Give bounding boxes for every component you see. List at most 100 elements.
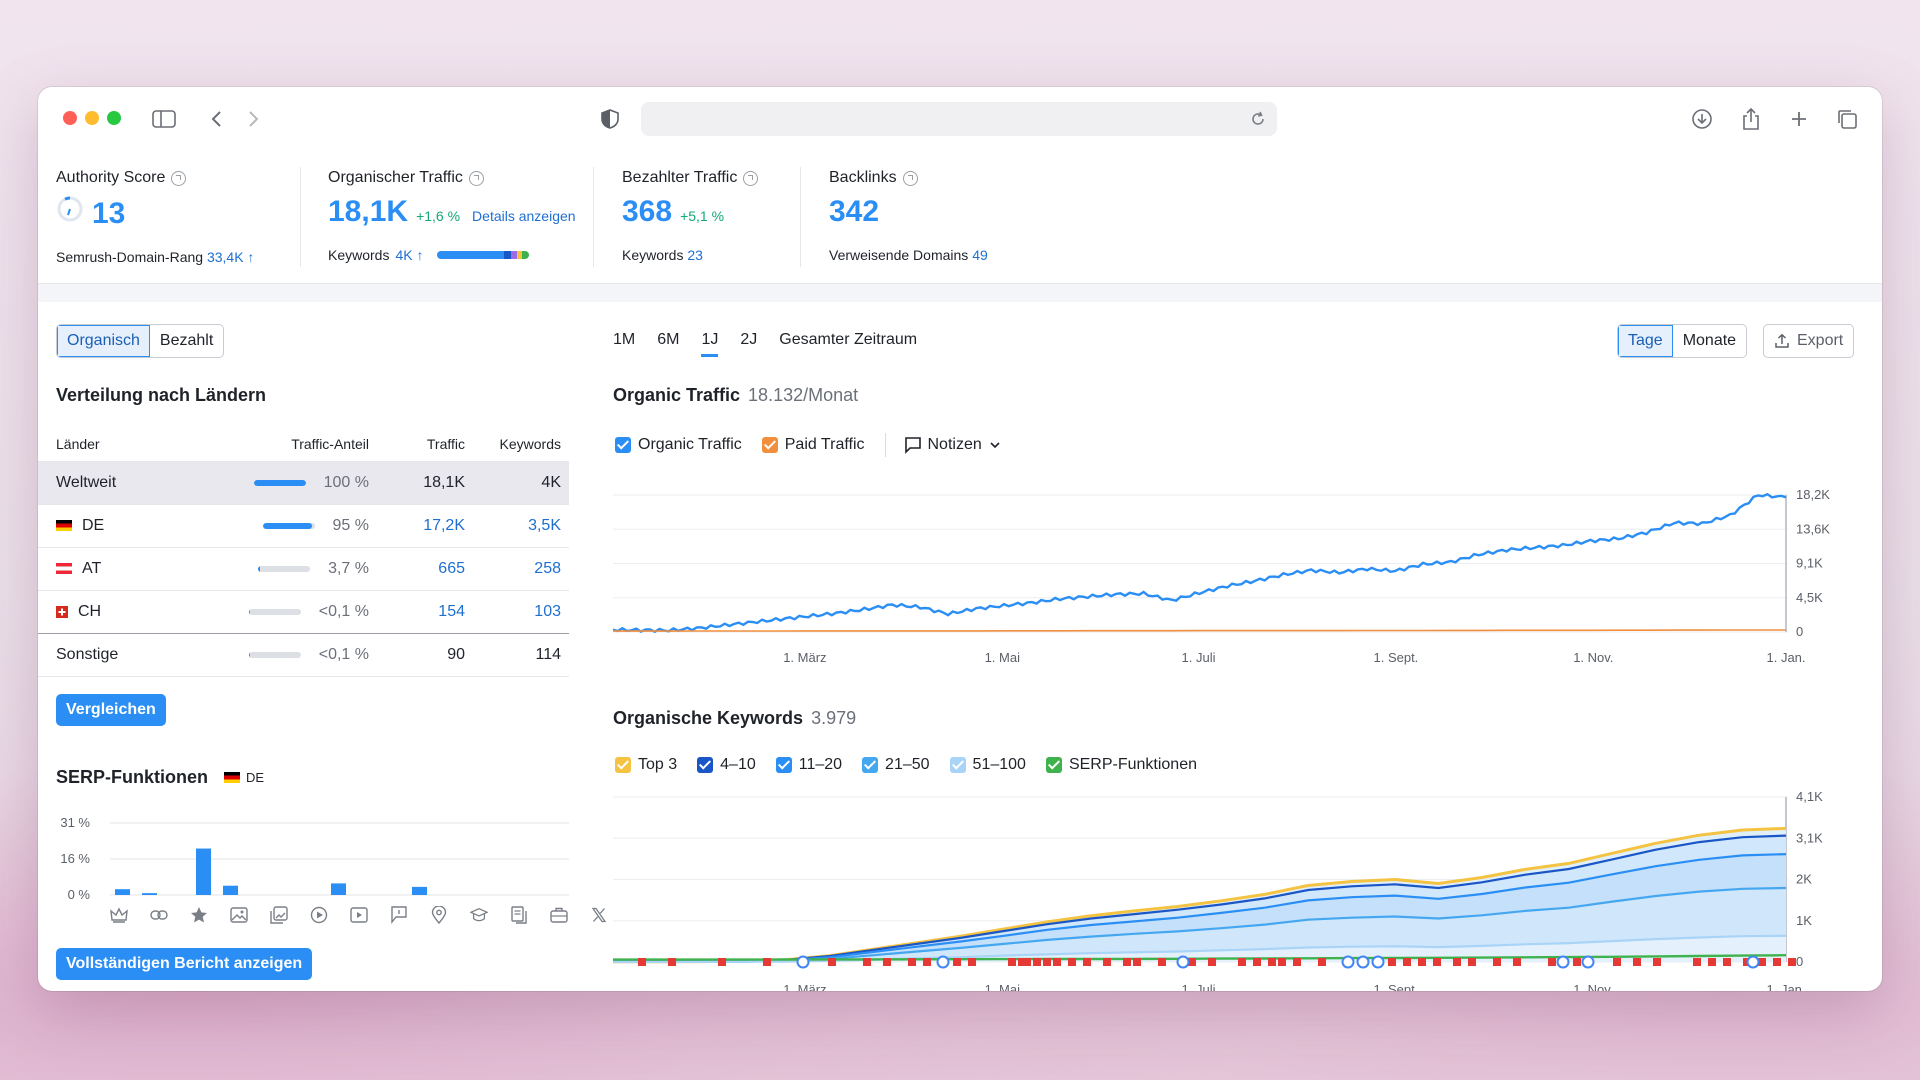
x-icon[interactable] [590,906,608,924]
legend-item[interactable]: 51–100 [949,756,1026,774]
period-1m[interactable]: 1M [613,331,635,349]
info-icon[interactable] [171,170,187,186]
period-6m[interactable]: 6M [657,331,679,349]
serp-feature-icons [110,906,608,924]
details-link[interactable]: Details anzeigen [472,208,576,224]
gallery-icon[interactable] [270,906,288,924]
info-icon[interactable] [743,170,759,186]
keywords-value[interactable]: 103 [473,590,569,634]
minimize-window-button[interactable] [85,111,99,125]
zoom-window-button[interactable] [107,111,121,125]
keywords-value[interactable]: 3,5K [473,504,569,548]
column-header-countries[interactable]: Länder [38,427,211,462]
checkbox[interactable] [949,757,966,773]
legend-item[interactable]: 11–20 [775,756,842,774]
domain-rank-value[interactable]: 33,4K ↑ [207,249,254,265]
video-icon[interactable] [350,906,368,924]
checkbox[interactable] [1045,757,1062,773]
star-icon[interactable] [190,906,208,924]
legend-label: SERP-Funktionen [1068,756,1197,773]
organic-keywords-label: Keywords [328,247,390,263]
organic-keywords-value[interactable]: 4K ↑ [395,247,423,263]
column-header-keywords[interactable]: Keywords [473,427,569,462]
checkbox[interactable] [615,757,631,773]
download-icon[interactable] [1688,105,1716,133]
address-bar[interactable] [641,102,1277,136]
play-circle-icon[interactable] [310,906,328,924]
x-tick-label: 1. März [783,982,826,991]
referring-domains-value[interactable]: 49 [972,247,988,263]
keywords-value[interactable]: 258 [473,547,569,591]
granularity-tage[interactable]: Tage [1618,325,1673,357]
switzerland-flag-icon [56,605,68,618]
column-header-traffic[interactable]: Traffic [377,427,473,462]
checkbox[interactable] [775,757,792,773]
legend-item[interactable]: Top 3 [615,756,677,774]
period-2j[interactable]: 2J [740,331,757,349]
period-1j[interactable]: 1J [701,331,718,357]
link-icon[interactable] [150,906,168,924]
y-tick-label: 0 [1796,954,1803,969]
table-row[interactable]: DE 95 % 17,2K 3,5K [38,504,569,548]
period-all[interactable]: Gesamter Zeitraum [779,331,917,349]
image-icon[interactable] [230,906,248,924]
location-icon[interactable] [430,906,448,924]
briefcase-icon[interactable] [550,906,568,924]
tab-overview-icon[interactable] [1833,105,1861,133]
divider [593,167,594,267]
keywords-chart-title: Organische Keywords [613,708,804,728]
organic-traffic-value[interactable]: 18,1K [328,195,408,229]
note-flag-icon [1418,958,1426,966]
export-button[interactable]: Export [1763,324,1855,358]
notes-dropdown[interactable]: Notizen [904,436,1001,454]
checkbox[interactable] [697,757,714,773]
document-icon[interactable] [510,906,528,924]
tab-bezahlt[interactable]: Bezahlt [150,325,223,357]
reload-icon[interactable] [1245,106,1271,132]
share-icon[interactable] [1737,105,1765,133]
legend-item[interactable]: SERP-Funktionen [1045,756,1197,774]
browser-toolbar [38,87,1882,149]
paid-traffic-value[interactable]: 368 [622,195,672,229]
legend-item[interactable]: 4–10 [697,756,756,774]
compare-button[interactable]: Vergleichen [56,694,166,726]
full-report-button[interactable]: Vollständigen Bericht anzeigen [56,948,313,980]
note-flag-icon [638,958,646,966]
table-row[interactable]: Sonstige <0,1 % 90 114 [38,633,569,677]
traffic-value[interactable]: 665 [377,547,473,591]
column-header-traffic-share[interactable]: Traffic-Anteil [211,427,377,462]
forward-icon[interactable] [240,105,268,133]
y-tick-label: 2K [1796,872,1812,887]
traffic-value[interactable]: 17,2K [377,504,473,548]
crown-icon[interactable] [110,906,128,924]
paid-keywords-value[interactable]: 23 [687,247,703,263]
backlinks-value[interactable]: 342 [829,195,879,229]
checkbox[interactable] [761,437,778,453]
table-row[interactable]: AT 3,7 % 665 258 [38,547,569,591]
traffic-value[interactable]: 154 [377,590,473,634]
keywords-value: 4K [473,461,569,505]
y-tick-label: 31 % [60,815,90,830]
note-flag-icon [1318,958,1326,966]
note-flag-icon [1493,958,1501,966]
tab-organisch[interactable]: Organisch [57,325,150,357]
new-tab-icon[interactable] [1785,105,1813,133]
comment-icon[interactable] [390,906,408,924]
divider [884,433,886,457]
checkbox[interactable] [615,437,631,453]
info-icon[interactable] [902,170,918,186]
graduation-icon[interactable] [470,906,488,924]
table-row[interactable]: Weltweit 100 % 18,1K 4K [38,461,569,505]
info-icon[interactable] [468,170,484,186]
table-row[interactable]: CH <0,1 % 154 103 [38,590,569,634]
granularity-monate[interactable]: Monate [1673,325,1746,357]
close-window-button[interactable] [63,111,77,125]
sidebar-toggle-icon[interactable] [150,105,178,133]
legend-organic-traffic[interactable]: Organic Traffic [615,436,742,454]
paid-traffic-metric: Bezahlter Traffic 368 +5,1 % Keywords 23 [622,169,759,263]
back-icon[interactable] [202,105,230,133]
legend-paid-traffic[interactable]: Paid Traffic [761,436,865,454]
legend-item[interactable]: 21–50 [862,756,930,774]
privacy-shield-icon[interactable] [596,105,624,133]
checkbox[interactable] [862,757,879,773]
